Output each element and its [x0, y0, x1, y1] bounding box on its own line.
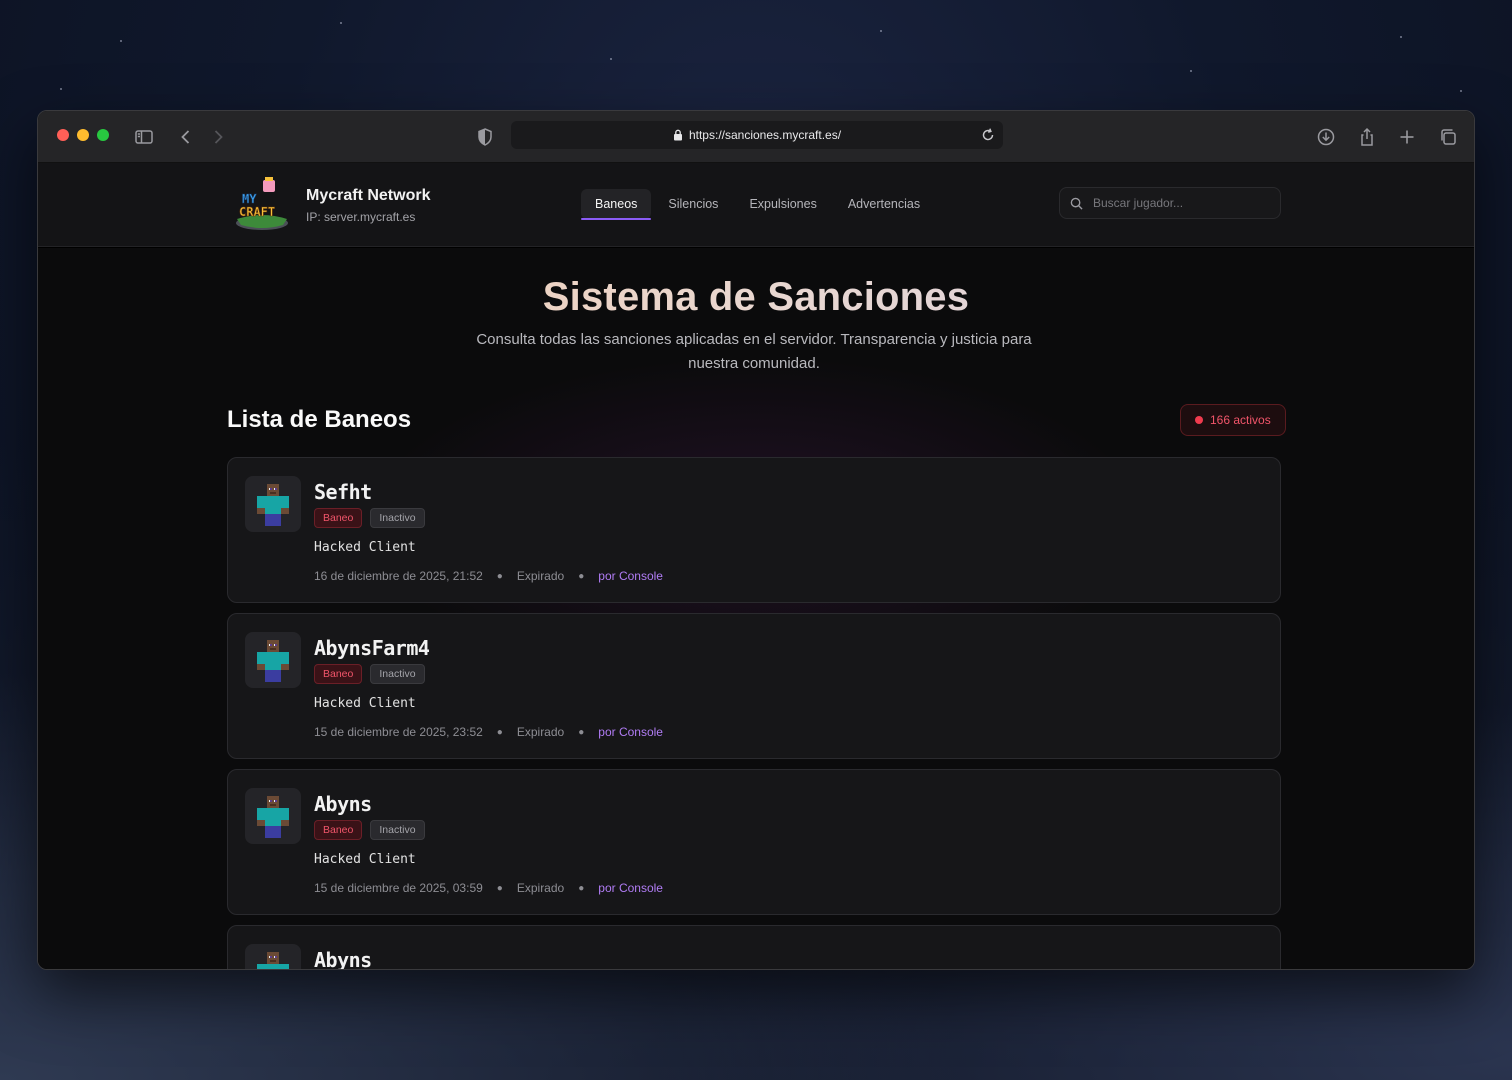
ban-card[interactable]: AbynsFarm4 Baneo Inactivo Hacked Client …	[227, 613, 1281, 759]
player-name[interactable]: Sefht	[314, 480, 372, 504]
tabs-overview-icon[interactable]	[1436, 125, 1460, 149]
page-title: Sistema de Sanciones	[38, 275, 1474, 320]
page-content: Sistema de Sanciones Consulta todas las …	[38, 248, 1474, 969]
ban-state: Expirado	[516, 881, 565, 895]
section-title: Lista de Baneos	[227, 406, 412, 433]
minimize-window-button[interactable]	[77, 129, 89, 141]
ban-card[interactable]: Sefht Baneo Inactivo Hacked Client 16 de…	[227, 457, 1281, 603]
issued-by[interactable]: por Console	[598, 725, 663, 739]
search-input[interactable]	[1093, 196, 1263, 210]
ban-card[interactable]: Abyns Baneo Inactivo Hacked Client 15 de…	[227, 769, 1281, 915]
tags: Baneo Inactivo	[314, 820, 425, 840]
separator-dot: ●	[496, 726, 503, 738]
nav-tab-advertencias[interactable]: Advertencias	[834, 189, 934, 219]
sanction-type-badge: Baneo	[314, 820, 363, 840]
status-dot-icon	[1195, 416, 1203, 424]
nav-tab-baneos[interactable]: Baneos	[581, 189, 652, 220]
issued-by[interactable]: por Console	[598, 881, 663, 895]
server-ip: IP: server.mycraft.es	[306, 210, 416, 224]
ban-meta: 16 de diciembre de 2025, 21:52 ● Expirad…	[314, 569, 663, 583]
ban-date: 15 de diciembre de 2025, 23:52	[314, 725, 483, 739]
status-badge: Inactivo	[370, 664, 425, 684]
player-name[interactable]: AbynsFarm4	[314, 636, 430, 660]
forward-icon[interactable]	[206, 125, 230, 149]
separator-dot: ●	[578, 726, 585, 738]
reload-icon[interactable]	[979, 126, 997, 144]
issued-by[interactable]: por Console	[598, 569, 663, 583]
ban-meta: 15 de diciembre de 2025, 03:59 ● Expirad…	[314, 881, 663, 895]
site-header: MY CRAFT Mycraft Network IP: server.mycr…	[38, 163, 1474, 247]
active-count-badge: 166 activos	[1180, 404, 1286, 436]
player-avatar	[245, 944, 301, 969]
logo-text-craft: CRAFT	[239, 205, 275, 219]
back-icon[interactable]	[174, 125, 198, 149]
new-tab-icon[interactable]	[1395, 125, 1419, 149]
separator-dot: ●	[496, 570, 503, 582]
active-count-label: 166 activos	[1210, 413, 1271, 427]
ban-date: 16 de diciembre de 2025, 21:52	[314, 569, 483, 583]
search-icon	[1070, 197, 1083, 210]
player-search	[1059, 187, 1281, 219]
player-avatar	[245, 788, 301, 844]
tags: Baneo Inactivo	[314, 508, 425, 528]
logo-text-my: MY	[242, 192, 257, 206]
separator-dot: ●	[578, 570, 585, 582]
ban-reason: Hacked Client	[314, 540, 416, 555]
ban-state: Expirado	[516, 725, 565, 739]
ban-date: 15 de diciembre de 2025, 03:59	[314, 881, 483, 895]
download-icon[interactable]	[1314, 125, 1338, 149]
browser-window: https://sanciones.mycraft.es/ MY CRAFT M…	[37, 110, 1475, 970]
lock-icon	[673, 129, 682, 141]
zoom-window-button[interactable]	[97, 129, 109, 141]
shield-icon[interactable]	[473, 125, 497, 149]
player-avatar	[245, 476, 301, 532]
ban-card[interactable]: Abyns	[227, 925, 1281, 969]
window-controls	[57, 129, 109, 141]
address-bar[interactable]: https://sanciones.mycraft.es/	[511, 121, 1003, 149]
tags: Baneo Inactivo	[314, 664, 425, 684]
mycraft-logo[interactable]: MY CRAFT	[233, 177, 291, 233]
brand-name: Mycraft Network	[306, 187, 431, 204]
separator-dot: ●	[578, 882, 585, 894]
player-avatar	[245, 632, 301, 688]
browser-toolbar: https://sanciones.mycraft.es/	[38, 111, 1474, 163]
status-badge: Inactivo	[370, 820, 425, 840]
nav-tab-expulsiones[interactable]: Expulsiones	[735, 189, 830, 219]
ban-meta: 15 de diciembre de 2025, 23:52 ● Expirad…	[314, 725, 663, 739]
url-text: https://sanciones.mycraft.es/	[688, 128, 842, 142]
ban-state: Expirado	[516, 569, 565, 583]
sanction-type-badge: Baneo	[314, 664, 363, 684]
close-window-button[interactable]	[57, 129, 69, 141]
sanction-type-badge: Baneo	[314, 508, 363, 528]
main-nav: Baneos Silencios Expulsiones Advertencia…	[581, 189, 937, 220]
status-badge: Inactivo	[370, 508, 425, 528]
ban-reason: Hacked Client	[314, 696, 416, 711]
separator-dot: ●	[496, 882, 503, 894]
share-icon[interactable]	[1355, 125, 1379, 149]
ban-reason: Hacked Client	[314, 852, 416, 867]
nav-tab-silencios[interactable]: Silencios	[654, 189, 732, 219]
player-name[interactable]: Abyns	[314, 792, 372, 816]
page-subtitle: Consulta todas las sanciones aplicadas e…	[476, 331, 1032, 372]
player-name[interactable]: Abyns	[314, 948, 372, 969]
sidebar-icon[interactable]	[132, 125, 156, 149]
